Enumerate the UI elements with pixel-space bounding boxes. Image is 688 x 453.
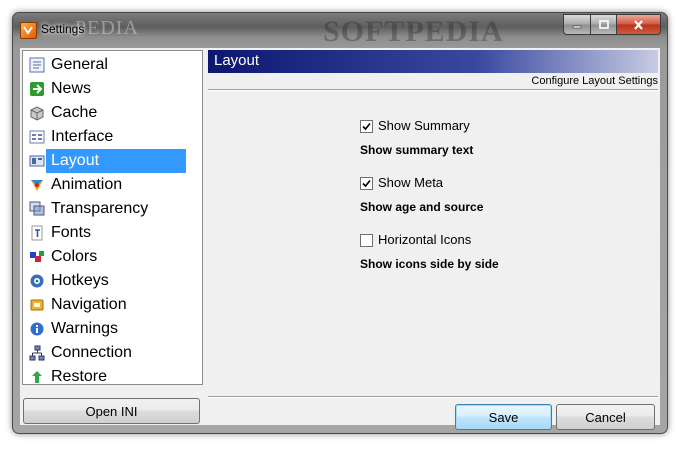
- save-button[interactable]: Save: [455, 404, 552, 430]
- transparency-icon: [29, 201, 45, 216]
- sidebar-item-label: Interface: [51, 128, 114, 145]
- horizontal-icons-label[interactable]: Horizontal Icons: [378, 232, 471, 247]
- sidebar-item-connection[interactable]: Connection: [26, 341, 186, 365]
- open-ini-button[interactable]: Open INI: [23, 398, 200, 424]
- app-logo-icon: [20, 22, 37, 39]
- show-meta-label[interactable]: Show Meta: [378, 175, 443, 190]
- caption-buttons: [563, 14, 661, 35]
- show-meta-description: Show age and source: [360, 200, 484, 214]
- watermark: SOFTPEDIA: [323, 15, 504, 48]
- show-summary-checkbox[interactable]: [360, 120, 373, 133]
- sidebar-item-animation[interactable]: Animation: [26, 173, 186, 197]
- sidebar-item-label: Colors: [51, 248, 98, 265]
- checkmark-icon: [362, 122, 371, 131]
- sidebar-item-label: Navigation: [51, 296, 127, 313]
- show-summary-description: Show summary text: [360, 143, 474, 157]
- sidebar-item-hotkeys[interactable]: Hotkeys: [26, 269, 186, 293]
- navigation-icon: [30, 299, 44, 311]
- panel-title: Layout: [214, 52, 260, 69]
- sidebar-item-label: Connection: [51, 344, 132, 361]
- colors-icon: [30, 251, 44, 262]
- cache-box-icon: [30, 106, 44, 121]
- cancel-button[interactable]: Cancel: [556, 404, 655, 430]
- sidebar-item-label: Animation: [51, 176, 123, 193]
- minimize-button[interactable]: [563, 14, 591, 35]
- sidebar-item-label: Warnings: [51, 320, 118, 337]
- sidebar-item-label: General: [51, 56, 108, 73]
- sidebar-item-label: Fonts: [51, 224, 92, 241]
- watermark-small: PEDIA: [75, 17, 139, 39]
- panel-subtitle: Configure Layout Settings: [531, 75, 658, 87]
- settings-panel: Layout Configure Layout Settings Show Su…: [208, 48, 660, 388]
- show-meta-checkbox[interactable]: [360, 177, 373, 190]
- sidebar-item-general[interactable]: General: [26, 53, 186, 77]
- sidebar-item-label: Restore: [51, 368, 108, 385]
- panel-header: Layout: [208, 50, 658, 73]
- minimize-icon: [572, 25, 582, 28]
- footer-divider: [208, 396, 658, 398]
- sidebar-item-news[interactable]: News: [26, 77, 186, 101]
- settings-window: PEDIA Settings SOFTPEDIA General News Ca…: [12, 12, 668, 434]
- news-arrow-icon: [30, 82, 44, 96]
- sidebar-item-label: Cache: [51, 104, 98, 121]
- settings-category-list[interactable]: General News Cache Interface Layout Anim…: [22, 50, 203, 385]
- horizontal-icons-description: Show icons side by side: [360, 257, 499, 271]
- horizontal-icons-checkbox[interactable]: [360, 234, 373, 247]
- animation-icon: [31, 180, 43, 191]
- sidebar-item-colors[interactable]: Colors: [26, 245, 186, 269]
- window-title: Settings: [41, 22, 85, 36]
- sidebar-item-navigation[interactable]: Navigation: [26, 293, 186, 317]
- sidebar-item-label: Hotkeys: [51, 272, 109, 289]
- sidebar-item-layout[interactable]: Layout: [26, 149, 186, 173]
- client-area: General News Cache Interface Layout Anim…: [20, 48, 660, 430]
- sidebar-item-restore[interactable]: Restore: [26, 365, 186, 389]
- sidebar-item-interface[interactable]: Interface: [26, 125, 186, 149]
- interface-window-icon: [29, 130, 45, 144]
- sidebar-item-transparency[interactable]: Transparency: [26, 197, 186, 221]
- hotkeys-icon: [30, 274, 44, 288]
- maximize-icon: [598, 20, 609, 29]
- checkmark-icon: [362, 179, 371, 188]
- close-button[interactable]: [617, 14, 661, 35]
- sidebar-item-fonts[interactable]: Fonts: [26, 221, 186, 245]
- close-icon: [634, 19, 643, 30]
- title-bar[interactable]: PEDIA Settings SOFTPEDIA: [13, 13, 667, 49]
- maximize-button[interactable]: [591, 14, 617, 35]
- general-icon: [29, 57, 45, 73]
- fonts-icon: [31, 225, 43, 241]
- show-summary-label[interactable]: Show Summary: [378, 118, 470, 133]
- sidebar-item-label: Layout: [46, 149, 186, 173]
- sidebar-item-cache[interactable]: Cache: [26, 101, 186, 125]
- warnings-info-icon: [30, 322, 44, 336]
- layout-icon: [29, 155, 45, 167]
- header-divider: [208, 89, 658, 91]
- connection-network-icon: [29, 345, 45, 361]
- restore-arrow-icon: [32, 371, 42, 383]
- sidebar-item-label: News: [51, 80, 92, 97]
- sidebar-item-label: Transparency: [51, 200, 149, 217]
- sidebar-item-warnings[interactable]: Warnings: [26, 317, 186, 341]
